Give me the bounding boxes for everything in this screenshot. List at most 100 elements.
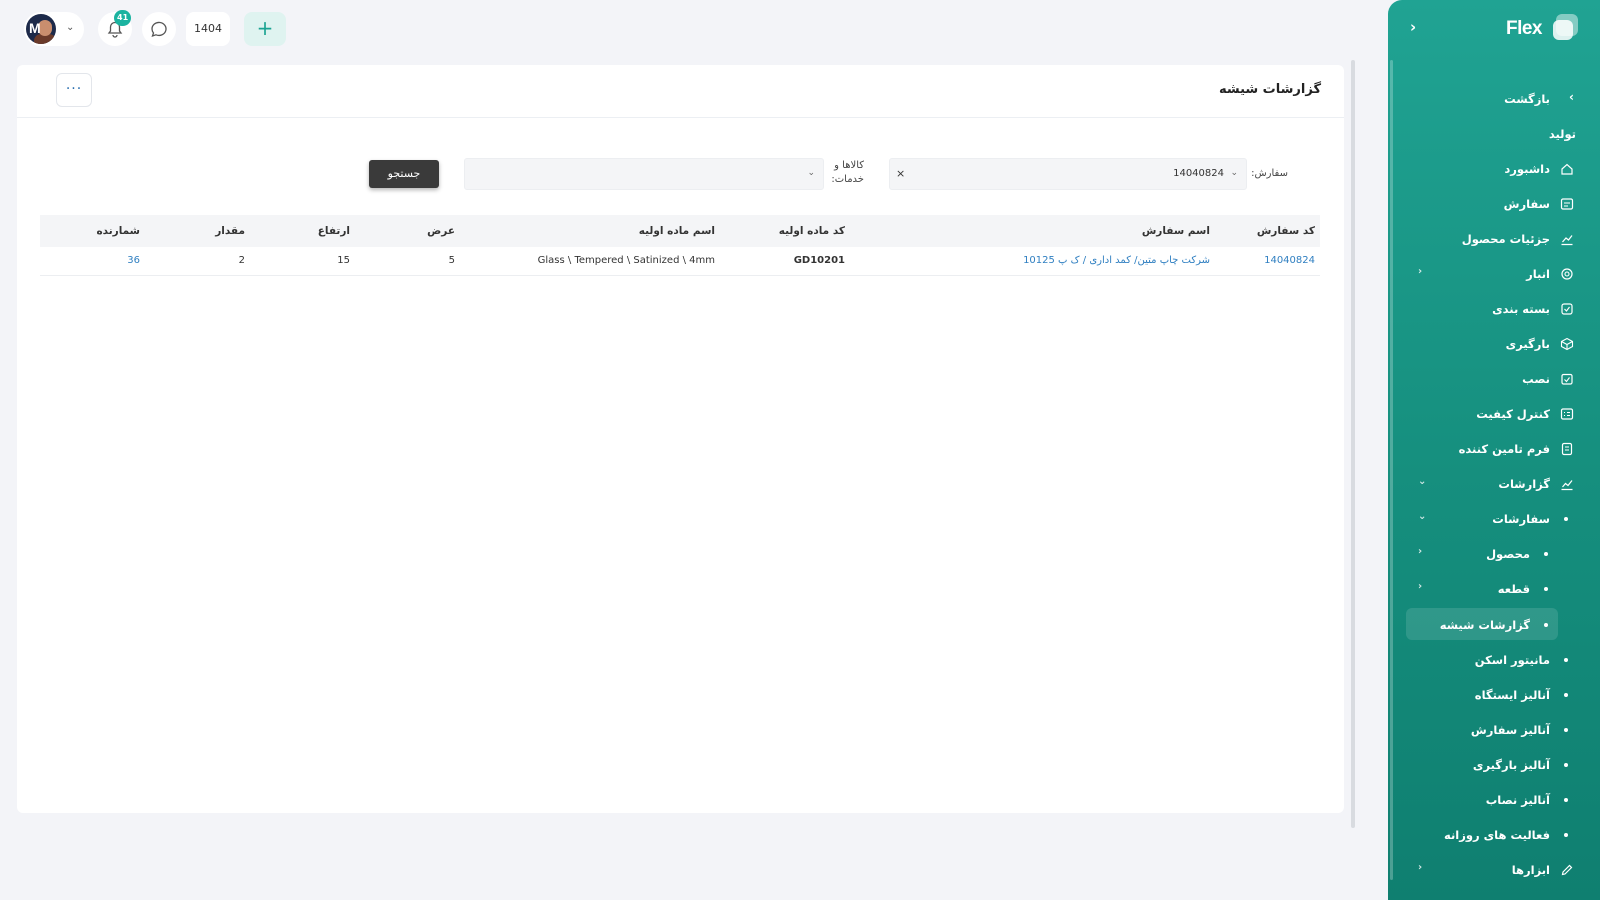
sidebar-item-label: بارگیری bbox=[1505, 337, 1550, 351]
quality-icon bbox=[1560, 408, 1574, 420]
avatar-initial: M bbox=[29, 20, 41, 36]
search-button[interactable]: جستجو bbox=[369, 160, 439, 188]
chevron-left-icon: ‹ bbox=[1418, 862, 1423, 873]
install-icon bbox=[1561, 373, 1573, 385]
sidebar-item-install[interactable]: نصب bbox=[1388, 362, 1600, 396]
bullet-dot bbox=[1544, 552, 1548, 556]
chevron-down-icon: ⌄ bbox=[807, 168, 815, 178]
bullet-dot bbox=[1544, 587, 1548, 591]
main-card: گزارشات شیشه ··· سفارش: 14040824 ⌄ × کال… bbox=[17, 65, 1344, 813]
width-cell: 5 bbox=[355, 247, 460, 276]
messages-button[interactable] bbox=[142, 12, 176, 46]
col-material-name[interactable]: اسم ماده اولیه bbox=[460, 215, 720, 247]
col-width[interactable]: عرض bbox=[355, 215, 460, 247]
package-icon bbox=[1561, 303, 1573, 315]
more-options-button[interactable]: ··· bbox=[56, 73, 92, 107]
goods-select[interactable]: ⌄ bbox=[464, 158, 824, 190]
sidebar-item-label: فعالیت های روزانه bbox=[1444, 828, 1550, 842]
sidebar-item-label: نصب bbox=[1522, 372, 1550, 386]
sidebar-item-orders-group[interactable]: سفارشات ⌄ bbox=[1388, 502, 1600, 536]
sidebar-item-label: گزارشات شیشه bbox=[1439, 618, 1530, 632]
col-material-code[interactable]: کد ماده اولیه bbox=[720, 215, 850, 247]
col-order-code[interactable]: کد سفارش bbox=[1215, 215, 1320, 247]
flex-logo-icon bbox=[1550, 14, 1578, 42]
brand-name: Flex bbox=[1505, 18, 1543, 39]
sidebar-item-glass-reports[interactable]: گزارشات شیشه bbox=[1388, 608, 1600, 642]
sidebar-item-label: آنالیز بارگیری bbox=[1472, 758, 1550, 772]
chevron-down-icon: ⌄ bbox=[1230, 168, 1238, 178]
chevron-left-icon: ‹ bbox=[1418, 266, 1423, 277]
sidebar-item-reports[interactable]: گزارشات ⌄ bbox=[1388, 467, 1600, 501]
sidebar-item-back[interactable]: › بازگشت bbox=[1388, 82, 1600, 116]
sidebar-item-label: آنالیز ایستگاه bbox=[1474, 688, 1550, 702]
col-order-name[interactable]: اسم سفارش bbox=[850, 215, 1215, 247]
col-quantity[interactable]: مقدار bbox=[145, 215, 250, 247]
goods-filter-label: کالاها و خدمات: bbox=[831, 159, 864, 187]
sidebar-item-label: بسته بندی bbox=[1492, 302, 1550, 316]
sidebar-item-order[interactable]: سفارش bbox=[1388, 187, 1600, 221]
sidebar-item-tools[interactable]: ابزارها ‹ bbox=[1388, 853, 1600, 887]
quantity-cell: 2 bbox=[145, 247, 250, 276]
sidebar-item-station-analysis[interactable]: آنالیز ایستگاه bbox=[1388, 678, 1600, 712]
sidebar-item-installer-analysis[interactable]: آنالیز نصاب bbox=[1388, 783, 1600, 817]
notifications-button[interactable]: 41 bbox=[98, 10, 132, 46]
sidebar-item-label: آنالیز نصاب bbox=[1485, 793, 1550, 807]
bullet-dot bbox=[1564, 798, 1568, 802]
avatar: M bbox=[26, 14, 56, 44]
order-name-link[interactable]: شرکت چاپ متین/ کمد اداری / ک پ 10125 bbox=[850, 247, 1215, 276]
sidebar-item-label: داشبورد bbox=[1504, 162, 1550, 176]
sidebar-item-packaging[interactable]: بسته بندی bbox=[1388, 292, 1600, 326]
collapse-sidebar-icon[interactable]: ‹ bbox=[1410, 18, 1416, 36]
sidebar-item-loading-analysis[interactable]: آنالیز بارگیری bbox=[1388, 748, 1600, 782]
sidebar-item-scan-monitor[interactable]: مانیتور اسکن bbox=[1388, 643, 1600, 677]
sidebar-item-quality-control[interactable]: کنترل کیفیت bbox=[1388, 397, 1600, 431]
sidebar-item-daily-activities[interactable]: فعالیت های روزانه bbox=[1388, 818, 1600, 852]
chevron-left-icon: ‹ bbox=[1418, 546, 1423, 557]
sidebar-header: Flex ‹ bbox=[1388, 0, 1600, 58]
user-menu-button[interactable]: M ⌄ bbox=[24, 12, 84, 46]
sidebar-item-label: محصول bbox=[1486, 547, 1530, 561]
sidebar-item-label: ابزارها bbox=[1511, 863, 1550, 877]
sidebar-item-dashboard[interactable]: داشبورد bbox=[1388, 152, 1600, 186]
sidebar-item-label: سفارش bbox=[1503, 197, 1550, 211]
sidebar-item-label: انبار bbox=[1526, 267, 1550, 281]
bullet-dot bbox=[1544, 623, 1548, 627]
material-name-cell: Glass \ Tempered \ Satinized \ 4mm bbox=[460, 247, 720, 276]
material-name-text: Glass \ Tempered \ Satinized \ 4mm bbox=[537, 255, 715, 267]
sidebar-item-label: قطعه bbox=[1497, 582, 1530, 596]
sidebar-item-order-analysis[interactable]: آنالیز سفارش bbox=[1388, 713, 1600, 747]
sidebar-item-label: گزارشات bbox=[1498, 477, 1550, 491]
report-icon bbox=[1561, 480, 1573, 491]
sidebar-section-label: تولید bbox=[1548, 127, 1576, 141]
sidebar-item-label: جزئیات محصول bbox=[1461, 232, 1550, 246]
sidebar-item-product-details[interactable]: جزئیات محصول bbox=[1388, 222, 1600, 256]
sidebar-item-supplier-form[interactable]: فرم تامین کننده bbox=[1388, 432, 1600, 466]
card-header: گزارشات شیشه ··· bbox=[17, 65, 1344, 118]
year-selector[interactable]: 1404 bbox=[186, 12, 230, 46]
order-select[interactable]: 14040824 ⌄ × bbox=[889, 158, 1247, 190]
sidebar-item-warehouse[interactable]: انبار ‹ bbox=[1388, 257, 1600, 291]
bullet-dot bbox=[1564, 763, 1568, 767]
col-height[interactable]: ارتفاع bbox=[250, 215, 355, 247]
order-code-link[interactable]: 14040824 bbox=[1215, 247, 1320, 276]
order-filter-label: سفارش: bbox=[1251, 168, 1288, 179]
sidebar-item-product[interactable]: محصول ‹ bbox=[1388, 537, 1600, 571]
page-scrollbar[interactable] bbox=[1351, 60, 1355, 828]
counter-link[interactable]: 36 bbox=[40, 247, 145, 276]
height-cell: 15 bbox=[250, 247, 355, 276]
chevron-down-icon: ⌄ bbox=[1418, 476, 1427, 487]
table-row: 14040824 شرکت چاپ متین/ کمد اداری / ک پ … bbox=[40, 247, 1320, 276]
notification-count-badge: 41 bbox=[114, 10, 132, 26]
col-counter[interactable]: شمارنده bbox=[40, 215, 145, 247]
glass-report-table: کد سفارش اسم سفارش کد ماده اولیه اسم ماد… bbox=[40, 215, 1320, 276]
clear-icon[interactable]: × bbox=[896, 167, 905, 180]
sidebar-item-part[interactable]: قطعه ‹ bbox=[1388, 572, 1600, 606]
table-header-row: کد سفارش اسم سفارش کد ماده اولیه اسم ماد… bbox=[40, 215, 1320, 247]
add-button[interactable]: + bbox=[244, 12, 286, 46]
sidebar-item-loading[interactable]: بارگیری bbox=[1388, 327, 1600, 361]
chevron-down-icon: ⌄ bbox=[1418, 511, 1427, 522]
chart-icon bbox=[1561, 235, 1573, 246]
form-icon bbox=[1561, 442, 1573, 456]
pencil-icon bbox=[1561, 864, 1573, 876]
bullet-dot bbox=[1564, 517, 1568, 521]
